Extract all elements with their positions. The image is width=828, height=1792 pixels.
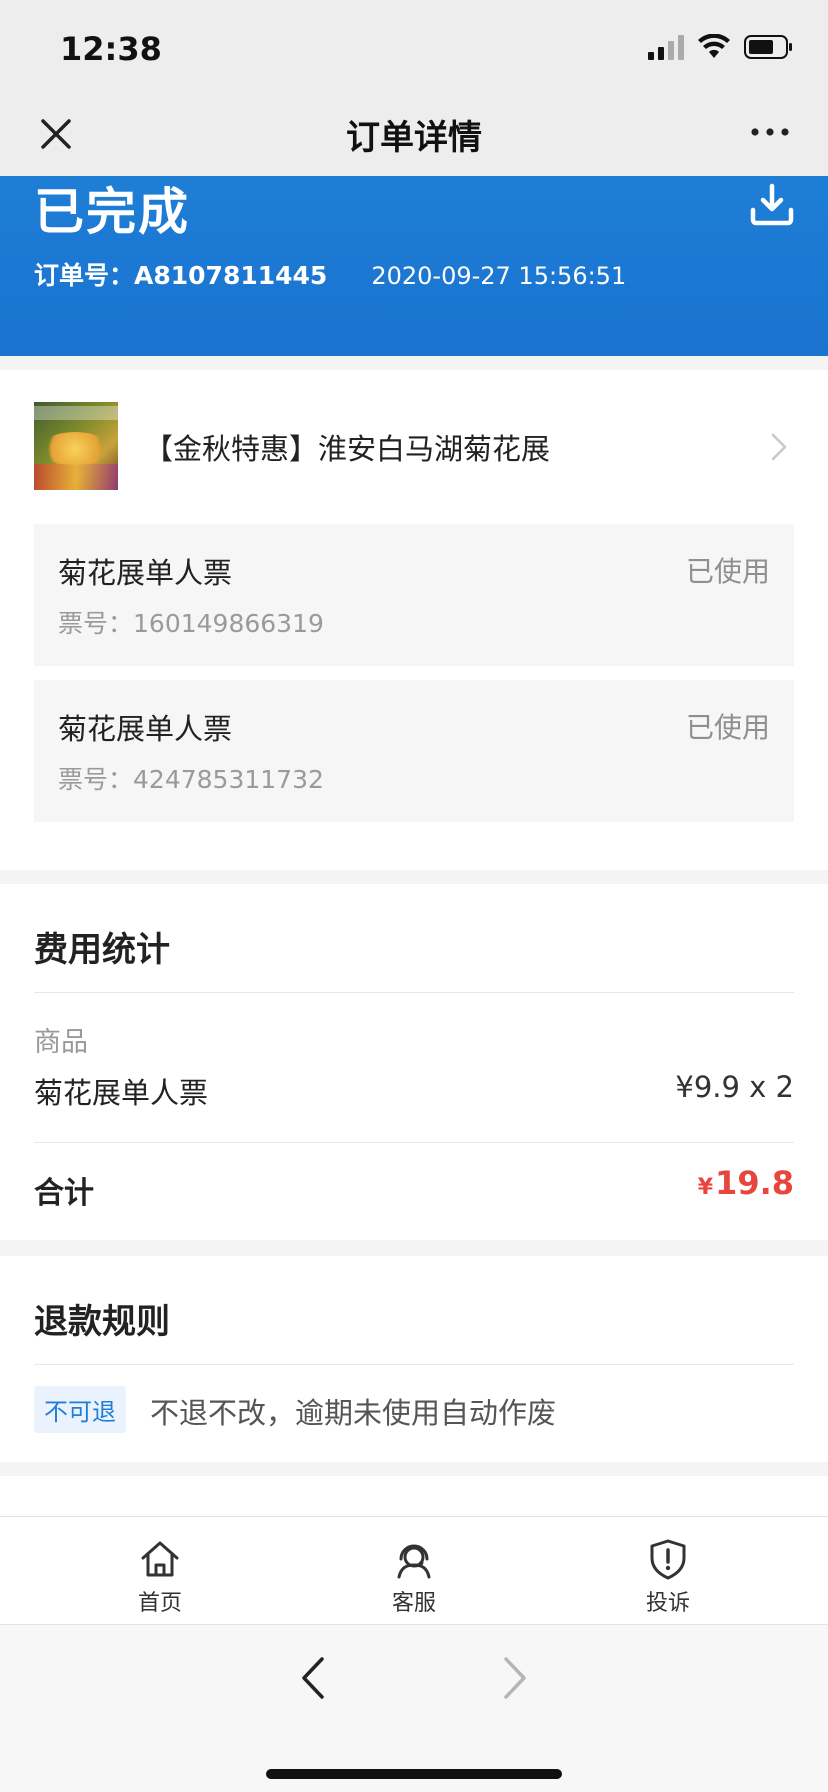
- ticket-status: 已使用: [685, 711, 770, 744]
- customer-service-icon: [397, 1544, 431, 1579]
- ticket-number: 票号：424785311732: [58, 765, 324, 794]
- refund-section-title: 退款规则: [34, 1302, 170, 1342]
- order-number: A8107811445: [134, 261, 328, 290]
- ticket-name: 菊花展单人票: [58, 556, 233, 590]
- cellular-signal-icon: [648, 34, 684, 60]
- page-title: 订单详情: [346, 118, 482, 158]
- fee-item-price: ¥9.9 x 2: [675, 1070, 794, 1104]
- divider: [34, 1364, 794, 1365]
- order-status: 已完成: [34, 183, 190, 241]
- fee-section-title: 费用统计: [34, 930, 170, 970]
- ticket-item: 菊花展单人票 已使用 票号：424785311732: [34, 680, 794, 822]
- ticket-name: 菊花展单人票: [58, 712, 233, 746]
- shield-alert-icon: [650, 1539, 686, 1580]
- total-amount: ¥19.8: [697, 1164, 794, 1202]
- home-icon: [141, 1541, 179, 1577]
- content-spacer: [0, 1476, 828, 1516]
- goods-label: 商品: [34, 1027, 88, 1058]
- battery-icon: [744, 35, 792, 59]
- more-options-icon[interactable]: [750, 126, 790, 138]
- tab-label: 投诉: [645, 1591, 690, 1616]
- fee-item-name: 菊花展单人票: [34, 1076, 209, 1110]
- total-label: 合计: [34, 1176, 94, 1211]
- tab-home[interactable]: 首页: [100, 1537, 220, 1617]
- refund-tag: 不可退: [34, 1386, 126, 1433]
- product-thumbnail[interactable]: [34, 402, 118, 490]
- status-time: 12:38: [60, 30, 162, 68]
- tab-customer-service[interactable]: 客服: [354, 1537, 474, 1617]
- forward-arrow-icon[interactable]: [500, 1655, 530, 1701]
- tab-label: 首页: [137, 1591, 182, 1616]
- status-bar: 12:38: [0, 0, 828, 100]
- home-indicator[interactable]: [266, 1769, 562, 1779]
- order-datetime: 2020-09-27 15:56:51: [371, 262, 627, 290]
- chevron-right-icon[interactable]: [770, 432, 788, 462]
- product-card: 【金秋特惠】淮安白马湖菊花展 菊花展单人票 已使用 票号：16014986631…: [0, 370, 828, 870]
- nav-bar: 订单详情: [0, 100, 828, 176]
- refund-policy-text: 不退不改，逾期未使用自动作废: [150, 1396, 557, 1430]
- download-icon[interactable]: [750, 182, 794, 226]
- divider: [34, 992, 794, 993]
- bottom-tab-bar: 首页 客服 投诉: [0, 1516, 828, 1624]
- order-status-header: 已完成 订单号： A8107811445 2020-09-27 15:56:51: [0, 176, 828, 356]
- fee-summary-card: 费用统计 商品 菊花展单人票 ¥9.9 x 2 合计 ¥19.8: [0, 884, 828, 1240]
- refund-rules-card: 退款规则 不可退 不退不改，逾期未使用自动作废: [0, 1256, 828, 1462]
- ticket-status: 已使用: [685, 555, 770, 588]
- order-meta: 订单号： A8107811445 2020-09-27 15:56:51: [34, 256, 626, 292]
- tab-label: 客服: [391, 1591, 436, 1616]
- wifi-icon: [698, 34, 730, 58]
- ticket-number: 票号：160149866319: [58, 609, 324, 638]
- product-title[interactable]: 【金秋特惠】淮安白马湖菊花展: [144, 426, 550, 468]
- browser-toolbar: [0, 1624, 828, 1792]
- order-number-label: 订单号：: [34, 261, 135, 290]
- divider: [34, 1142, 794, 1143]
- ticket-item: 菊花展单人票 已使用 票号：160149866319: [34, 524, 794, 666]
- tab-complaint[interactable]: 投诉: [608, 1537, 728, 1617]
- status-icons: [648, 34, 794, 60]
- back-arrow-icon[interactable]: [298, 1655, 328, 1701]
